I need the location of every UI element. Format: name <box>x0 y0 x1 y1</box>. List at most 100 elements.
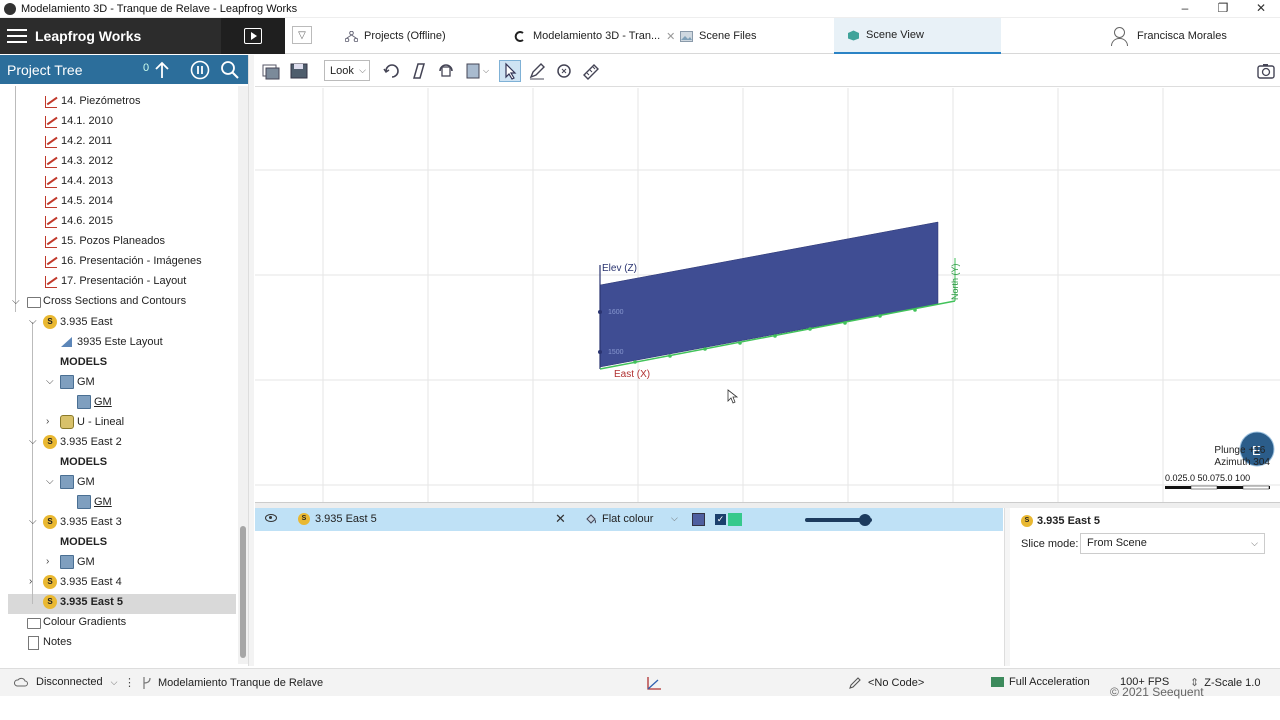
properties-header: S 3.935 East 5 <box>1021 515 1100 527</box>
collapse-chevron-icon[interactable]: ⌵ <box>29 517 39 527</box>
tree-item[interactable]: 14.4. 2013 <box>44 171 113 191</box>
zscale-label: Z-Scale 1.0 <box>1204 676 1261 689</box>
tree-item[interactable]: GM <box>77 392 112 412</box>
move-plane-button[interactable] <box>435 60 457 82</box>
tree-item[interactable]: 14.5. 2014 <box>44 191 113 211</box>
select-tool-button[interactable] <box>499 60 521 82</box>
tree-item-section[interactable]: S 3.935 East <box>43 312 113 332</box>
outline-colour-swatch[interactable] <box>728 513 742 526</box>
project-tree-scrollbar[interactable] <box>238 86 248 664</box>
tree-item-colour-gradients[interactable]: Colour Gradients <box>26 612 126 632</box>
tree-item[interactable]: U - Lineal <box>60 412 124 432</box>
minimize-button[interactable]: – <box>1166 0 1204 18</box>
new-scene-window-button[interactable] <box>260 60 282 82</box>
tree-item[interactable]: 14.1. 2010 <box>44 111 113 131</box>
tree-item-section[interactable]: S 3.935 East 4 <box>43 572 122 592</box>
screenshot-button[interactable] <box>1255 60 1277 82</box>
remove-from-scene-icon[interactable]: ✕ <box>555 511 566 527</box>
status-bar: Disconnected ⌵ ⋮ Modelamiento Tranque de… <box>0 668 1280 696</box>
code-status[interactable]: <No Code> <box>848 676 924 690</box>
slice-mode-dropdown[interactable]: From Scene ⌵ <box>1080 533 1265 554</box>
slice-mode-button[interactable]: ⌵ <box>462 60 492 82</box>
tree-item[interactable]: GM <box>60 552 95 572</box>
move-tool-button[interactable] <box>553 60 575 82</box>
maximize-button[interactable]: ❐ <box>1204 0 1242 18</box>
tree-item[interactable]: 14.6. 2015 <box>44 211 113 231</box>
user-account[interactable]: Francisca Morales <box>1110 18 1227 54</box>
tree-item[interactable]: GM <box>60 472 95 492</box>
show-outline-checkbox[interactable]: ✓ <box>715 514 726 525</box>
rotate-tool-button[interactable] <box>381 60 403 82</box>
tree-item-section-selected[interactable]: S 3.935 East 5 <box>43 592 123 612</box>
tree-item[interactable]: 14.3. 2012 <box>44 151 113 171</box>
scrollbar-thumb[interactable] <box>240 526 246 658</box>
tree-item[interactable]: 15. Pozos Planeados <box>44 231 165 251</box>
tree-item-label: MODELS <box>60 356 108 368</box>
interpolant-icon <box>60 415 74 429</box>
tab-scene-view[interactable]: Scene View <box>834 18 1001 54</box>
scene-files-icon <box>680 30 693 42</box>
more-options-icon[interactable]: ⋮ <box>124 676 135 689</box>
save-scene-button[interactable] <box>288 60 310 82</box>
pause-icon[interactable] <box>190 60 210 80</box>
expand-chevron-icon[interactable]: › <box>29 577 39 587</box>
panel-splitter[interactable] <box>248 55 254 666</box>
hamburger-menu-icon[interactable] <box>7 29 27 43</box>
draw-slice-button[interactable] <box>408 60 430 82</box>
tab-projects[interactable]: Projects (Offline) <box>345 18 446 54</box>
tree-item-label: Notes <box>43 636 72 648</box>
tree-item-cross-sections[interactable]: Cross Sections and Contours <box>26 291 186 311</box>
elev-tick-label: 1500 <box>608 349 624 356</box>
connection-status[interactable]: Disconnected ⌵ <box>14 676 117 688</box>
tree-item[interactable]: GM <box>60 372 95 392</box>
tree-item[interactable]: 3935 Este Layout <box>60 332 163 352</box>
opacity-slider-handle[interactable] <box>859 514 872 526</box>
collapse-chevron-icon[interactable]: ⌵ <box>12 297 22 307</box>
tree-item-notes[interactable]: Notes <box>26 632 72 652</box>
close-window-button[interactable]: ✕ <box>1242 0 1280 18</box>
expand-chevron-icon[interactable]: › <box>46 557 56 567</box>
tree-item[interactable]: 16. Presentación - Imágenes <box>44 251 202 271</box>
tree-item[interactable]: GM <box>77 492 112 512</box>
tab-model[interactable]: Modelamiento 3D - Tran... ✕ <box>514 18 675 54</box>
lines-icon <box>44 234 58 248</box>
tree-item-section[interactable]: S 3.935 East 2 <box>43 432 122 452</box>
close-tab-icon[interactable]: ✕ <box>666 30 675 43</box>
ruler-tool-button[interactable] <box>580 60 602 82</box>
tree-item[interactable]: 17. Presentación - Layout <box>44 271 186 291</box>
paint-bucket-icon <box>586 514 596 524</box>
collapse-chevron-icon[interactable]: ⌵ <box>29 317 39 327</box>
cross-section-plane[interactable] <box>599 221 939 368</box>
tab-scene-files[interactable]: Scene Files <box>680 18 756 54</box>
look-dropdown[interactable]: Look ⌵ <box>324 60 370 81</box>
search-icon[interactable] <box>220 60 240 80</box>
shape-list-row[interactable]: S 3.935 East 5 ✕ Flat colour ⌵ ✓ <box>255 508 1003 531</box>
tree-item-label: 14.1. 2010 <box>61 115 113 127</box>
visibility-eye-icon[interactable] <box>265 514 277 522</box>
tab-scene-files-label: Scene Files <box>699 30 757 42</box>
brand-menu[interactable]: Leapfrog Works <box>0 18 221 54</box>
ruler-icon <box>583 64 599 80</box>
project-tree-title: Project Tree <box>7 61 83 78</box>
acceleration-label: Full Acceleration <box>1009 676 1090 688</box>
tree-item[interactable]: 14.2. 2011 <box>44 131 112 151</box>
project-path: Modelamiento Tranque de Relave <box>141 676 323 690</box>
collapse-chevron-icon[interactable]: ⌵ <box>46 377 56 387</box>
presentation-play-button[interactable] <box>221 18 285 54</box>
draw-lines-button[interactable] <box>526 60 548 82</box>
chevron-down-icon[interactable]: ⌵ <box>671 513 678 524</box>
colour-swatch[interactable] <box>692 513 705 526</box>
collapse-chevron-icon[interactable]: ⌵ <box>46 477 56 487</box>
scene-viewport[interactable]: 1600 1500 Elev (Z) East (X) North (Y) E … <box>255 88 1280 502</box>
tree-item-section[interactable]: S 3.935 East 3 <box>43 512 122 532</box>
slice-mode-value: From Scene <box>1087 537 1147 549</box>
tree-item-models-header: MODELS <box>60 532 107 552</box>
tree-item[interactable]: 14. Piezómetros <box>44 91 140 111</box>
expand-chevron-icon[interactable]: › <box>46 417 56 427</box>
scene-canvas[interactable]: 1600 1500 Elev (Z) East (X) North (Y) E … <box>255 88 1280 502</box>
tree-item-label: 15. Pozos Planeados <box>61 235 165 247</box>
collapse-chevron-icon[interactable]: ⌵ <box>29 437 39 447</box>
colour-mode-dropdown[interactable]: Flat colour <box>602 513 653 525</box>
tabs-dropdown-button[interactable]: ▽ <box>292 26 312 44</box>
arrow-up-icon[interactable] <box>152 60 172 80</box>
